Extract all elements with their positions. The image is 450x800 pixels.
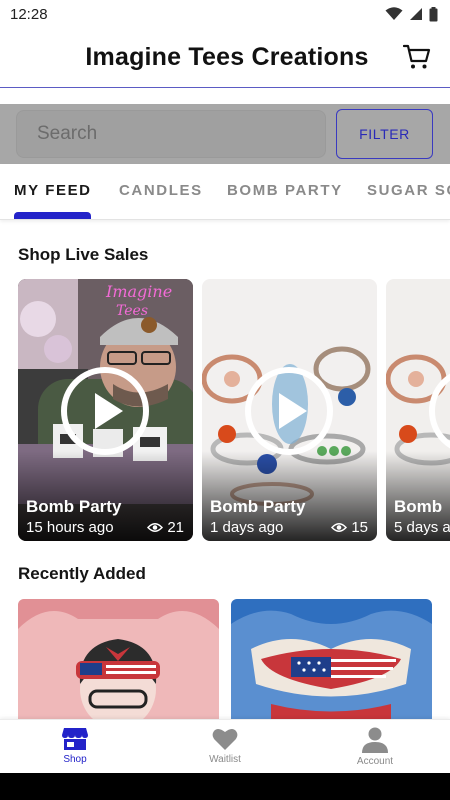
nav-shop[interactable]: Shop (0, 720, 150, 774)
live-sale-card[interactable]: Imagine Tees Bomb Party 15 hours ago 21 (18, 279, 193, 541)
live-sale-time: 1 days ago (210, 519, 284, 536)
nav-shop-label: Shop (63, 754, 87, 765)
tab-my-feed[interactable]: MY FEED (14, 182, 92, 199)
product-card[interactable] (231, 599, 432, 729)
app-header: Imagine Tees Creations (0, 28, 450, 88)
view-count: 21 (147, 519, 184, 536)
live-sales-title: Shop Live Sales (18, 245, 149, 264)
category-tabs: MY FEED CANDLES BOMB PARTY SUGAR SC (0, 164, 450, 220)
live-sale-time: 15 hours ago (26, 519, 114, 536)
nav-account-label: Account (356, 756, 394, 767)
view-count: 15 (331, 519, 368, 536)
system-navigation-bar (0, 773, 450, 800)
tab-sugar-scrub[interactable]: SUGAR SC (367, 182, 450, 199)
live-sale-card[interactable]: Bomb Party 1 days ago 15 (202, 279, 377, 541)
cart-button[interactable] (402, 42, 432, 72)
tab-bomb-party[interactable]: BOMB PARTY (227, 182, 343, 199)
play-icon[interactable] (61, 367, 149, 455)
svg-text:Imagine: Imagine (105, 282, 172, 301)
search-bar: FILTER (0, 104, 450, 164)
recently-added-title: Recently Added (18, 564, 146, 583)
svg-text:Tees: Tees (116, 303, 148, 319)
live-sale-title: Bomb Party (26, 497, 122, 516)
cart-icon (403, 44, 431, 69)
product-image (231, 599, 432, 729)
nav-waitlist[interactable]: Waitlist (150, 720, 300, 774)
eye-icon (147, 523, 164, 532)
person-icon (362, 727, 388, 753)
play-icon[interactable] (245, 367, 333, 455)
store-icon (62, 728, 88, 750)
tab-candles[interactable]: CANDLES (119, 182, 203, 199)
live-sale-time: 5 days a (394, 519, 450, 536)
app-screen: 12:28 Imagine Tees Creations FILTER MY F… (0, 0, 450, 800)
view-count-value: 15 (351, 519, 368, 536)
live-sale-card[interactable]: Bomb 5 days a (386, 279, 450, 541)
view-count-value: 21 (167, 519, 184, 536)
status-icons (385, 6, 438, 22)
app-title: Imagine Tees Creations (85, 43, 369, 71)
battery-icon (429, 6, 438, 21)
filter-button[interactable]: FILTER (336, 109, 433, 159)
bottom-navigation: Shop Waitlist Account (0, 719, 450, 773)
status-time: 12:28 (10, 5, 48, 23)
search-input[interactable] (16, 110, 326, 158)
signal-icon (410, 8, 422, 20)
live-sale-title: Bomb (394, 497, 443, 516)
heart-icon (212, 728, 238, 750)
nav-waitlist-label: Waitlist (209, 754, 241, 765)
live-sale-title: Bomb Party (210, 497, 306, 516)
status-bar: 12:28 (0, 0, 450, 28)
eye-icon (331, 523, 348, 532)
wifi-icon (385, 7, 403, 20)
product-card[interactable] (18, 599, 219, 729)
product-image (18, 599, 219, 729)
active-tab-indicator (14, 212, 91, 219)
nav-account[interactable]: Account (300, 720, 450, 774)
